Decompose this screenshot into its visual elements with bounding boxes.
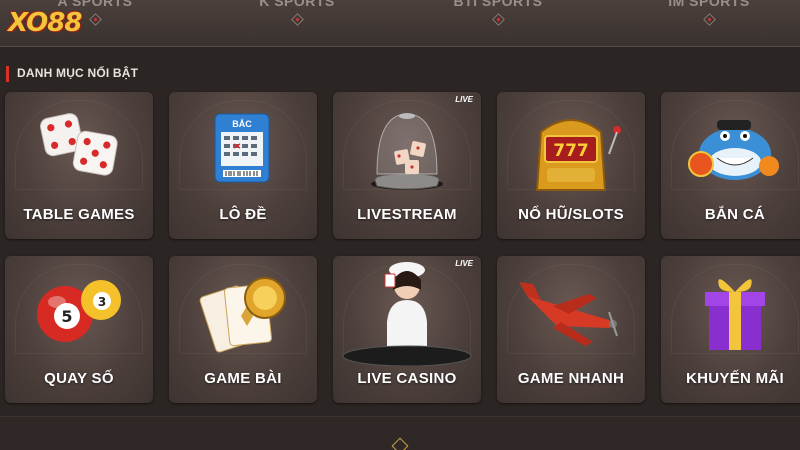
tile-label: BẮN CÁ <box>704 206 766 223</box>
gift-box-icon <box>705 279 765 350</box>
tile-label: GAME NHANH <box>517 370 625 387</box>
nav-marker-icon <box>492 13 505 26</box>
tile-label: LIVE CASINO <box>357 370 457 387</box>
ball-number-text: 3 <box>98 295 106 309</box>
nav-item-im-sports[interactable]: IM SPORTS <box>634 0 784 26</box>
lottery-ticket-icon: BẮC <box>214 113 270 183</box>
section-title: DANH MỤC NỔI BẬT <box>6 66 138 82</box>
tile-label: LIVESTREAM <box>357 206 457 223</box>
tile-label: NỔ HŨ/SLOTS <box>518 206 624 223</box>
nav-item-bti-sports[interactable]: BTI SPORTS <box>423 0 573 26</box>
slot-machine-icon: 777 <box>535 119 621 191</box>
tile-live-casino[interactable]: LIVE LIVE CASINO <box>333 256 481 403</box>
ticket-header-text: BẮC <box>232 119 252 129</box>
tile-lo-de[interactable]: BẮC LÔ ĐỀ <box>169 92 317 239</box>
tile-livestream[interactable]: LIVE LIVESTREAM <box>333 92 481 239</box>
tile-quay-so[interactable]: 5 3 QUAY SỐ <box>5 256 153 403</box>
dealer-icon <box>342 262 472 366</box>
nav-item-a-sports[interactable]: A SPORTS <box>20 0 170 26</box>
tile-ban-ca[interactable]: BẮN CÁ <box>661 92 800 239</box>
top-nav-bar: XO88 A SPORTS K SPORTS BTI SPORTS IM SPO… <box>0 0 800 47</box>
ball-number-text: 5 <box>61 307 72 326</box>
nav-item-label: IM SPORTS <box>668 0 750 9</box>
airplane-icon <box>519 282 618 346</box>
nav-item-label: A SPORTS <box>57 0 133 9</box>
nav-item-k-sports[interactable]: K SPORTS <box>222 0 372 26</box>
tile-game-nhanh[interactable]: GAME NHANH <box>497 256 645 403</box>
nav-item-label: K SPORTS <box>259 0 335 9</box>
tile-game-bai[interactable]: GAME BÀI <box>169 256 317 403</box>
nav-marker-icon <box>703 13 716 26</box>
shark-icon <box>688 120 779 180</box>
tile-label: QUAY SỐ <box>44 370 114 387</box>
dice-icon <box>39 113 118 176</box>
tile-label: GAME BÀI <box>204 370 282 387</box>
tile-khuyen-mai[interactable]: KHUYẾN MÃI <box>661 256 800 403</box>
tile-slots[interactable]: 777 NỔ HŨ/SLOTS <box>497 92 645 239</box>
tile-table-games[interactable]: TABLE GAMES <box>5 92 153 239</box>
nav-marker-icon <box>89 13 102 26</box>
tile-label: LÔ ĐỀ <box>219 206 267 223</box>
lottery-balls-icon: 5 3 <box>37 280 121 342</box>
tile-label: TABLE GAMES <box>23 206 135 223</box>
tile-label: KHUYẾN MÃI <box>685 370 784 387</box>
cards-chip-icon <box>199 277 286 353</box>
nav-item-label: BTI SPORTS <box>453 0 543 9</box>
dice-dome-icon <box>371 113 443 190</box>
nav-marker-icon <box>291 13 304 26</box>
slot-value-text: 777 <box>553 141 589 161</box>
